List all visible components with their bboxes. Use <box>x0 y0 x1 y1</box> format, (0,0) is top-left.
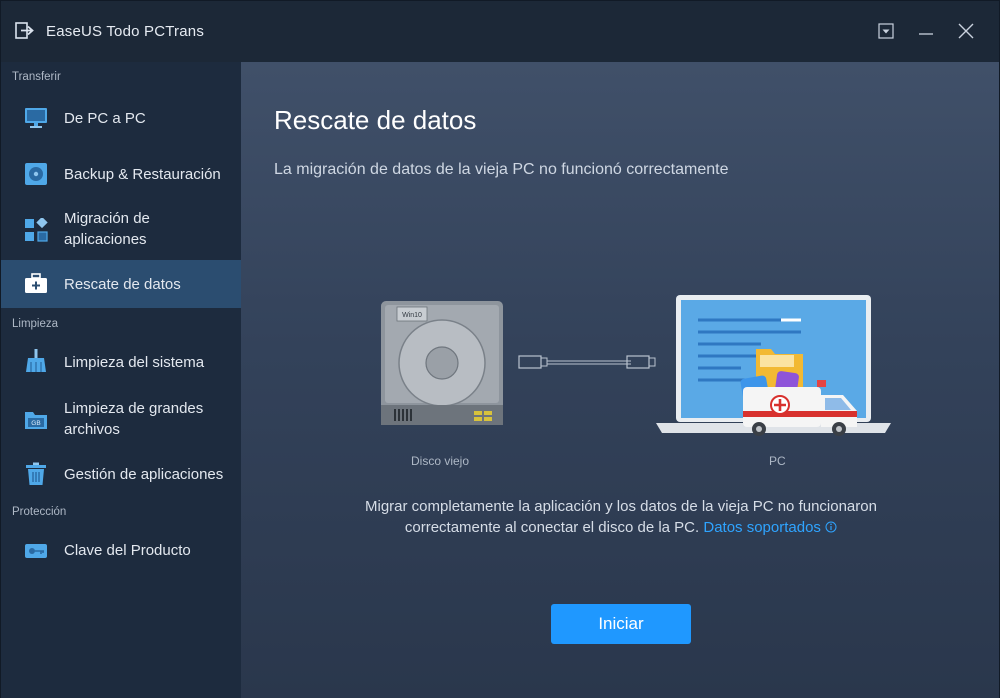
pc-label: PC <box>769 454 786 468</box>
minimize-button[interactable] <box>914 19 938 43</box>
start-button[interactable]: Iniciar <box>551 604 691 644</box>
minimize-icon <box>919 33 933 35</box>
info-icon <box>825 521 837 533</box>
close-button[interactable] <box>954 19 978 43</box>
page-subtitle: La migración de datos de la vieja PC no … <box>274 161 729 178</box>
sidebar-item-pc-to-pc[interactable]: De PC a PC <box>1 92 241 144</box>
sidebar-item-data-rescue[interactable]: Rescate de datos <box>1 260 241 308</box>
sidebar-item-label: Limpieza del sistema <box>64 354 205 371</box>
sidebar-item-label: Migración de aplicaciones <box>64 210 150 248</box>
key-icon <box>25 544 47 558</box>
sidebar-item-label: Limpieza de grandes archivos <box>64 400 204 438</box>
page-title: Rescate de datos <box>274 105 477 135</box>
app-window: EaseUS Todo PCTrans Transferir De PC a P… <box>0 0 1000 698</box>
laptop-pc-icon <box>656 295 891 436</box>
sidebar-item-label: Backup & Restauración <box>64 166 221 183</box>
app-title: EaseUS Todo PCTrans <box>46 23 205 40</box>
backup-disk-icon <box>25 163 47 185</box>
app-logo-icon <box>15 22 34 39</box>
sidebar-item-label: Clave del Producto <box>64 542 191 559</box>
menu-dropdown-button[interactable] <box>874 19 898 43</box>
gb-folder-icon: GB <box>25 412 47 429</box>
sidebar-item-label: Rescate de datos <box>64 276 181 293</box>
monitor-icon <box>25 108 47 128</box>
main-panel: Rescate de datos La migración de datos d… <box>241 62 999 698</box>
gb-icon-text: GB <box>31 420 40 427</box>
disk-label: Disco viejo <box>411 454 470 468</box>
apps-grid-icon <box>25 218 48 242</box>
sidebar-item-product-key[interactable]: Clave del Producto <box>1 527 241 575</box>
supported-data-link-text: Datos soportados <box>703 519 821 536</box>
sidebar: Transferir De PC a PC Backup & Restaurac… <box>1 62 241 698</box>
sidebar-item-app-management[interactable]: Gestión de aplicaciones <box>1 450 241 500</box>
sidebar-item-label: De PC a PC <box>64 110 146 127</box>
close-icon <box>958 23 974 39</box>
usb-cable <box>518 355 656 369</box>
rescue-illustration: Win10 <box>381 295 891 436</box>
broom-icon <box>26 349 46 372</box>
trash-icon <box>26 462 46 485</box>
description: Migrar completamente la aplicación y los… <box>321 496 921 538</box>
sidebar-item-large-files[interactable]: GB Limpieza de grandes archivos <box>1 392 241 448</box>
sidebar-item-label: Gestión de aplicaciones <box>64 466 224 483</box>
sidebar-item-backup[interactable]: Backup & Restauración <box>1 148 241 200</box>
dropdown-menu-icon <box>878 23 894 39</box>
rescue-kit-icon <box>25 273 47 293</box>
sidebar-item-system-cleanup[interactable]: Limpieza del sistema <box>1 337 241 389</box>
sidebar-item-app-migration[interactable]: Migración de aplicaciones <box>1 202 241 258</box>
disk-badge: Win10 <box>402 312 422 319</box>
supported-data-link[interactable]: Datos soportados <box>703 519 837 536</box>
title-bar: EaseUS Todo PCTrans <box>1 1 999 62</box>
section-label-transferir: Transferir <box>12 71 61 83</box>
section-label-proteccion: Protección <box>12 506 67 518</box>
old-disk-icon: Win10 <box>381 301 503 425</box>
section-label-limpieza: Limpieza <box>12 318 59 330</box>
